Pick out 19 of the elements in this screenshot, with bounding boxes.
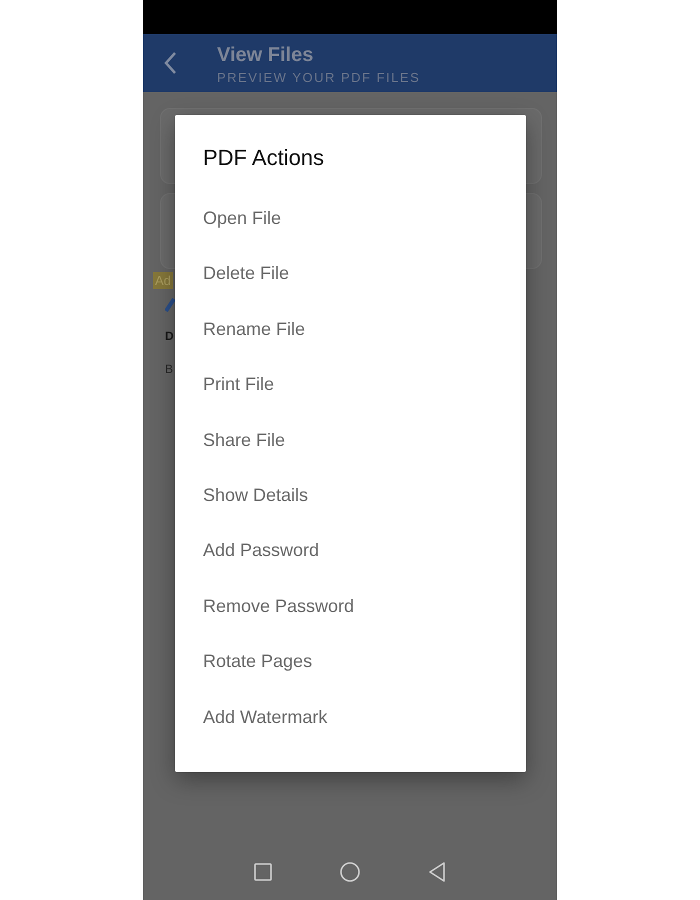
home-icon[interactable] <box>340 862 360 882</box>
ad-title: D <box>165 329 174 343</box>
menu-item[interactable]: Share File <box>203 422 526 478</box>
back-nav-icon[interactable] <box>428 862 446 882</box>
back-icon[interactable] <box>163 51 177 75</box>
recent-apps-icon[interactable] <box>254 863 272 881</box>
ad-logo-icon <box>165 298 175 312</box>
menu-item[interactable]: Open File <box>203 201 526 256</box>
menu-item[interactable]: Show Details <box>203 478 526 534</box>
menu-item[interactable]: Add Password <box>203 533 526 589</box>
screen-title: View Files <box>217 44 314 66</box>
menu-item[interactable]: Print File <box>203 367 526 423</box>
menu-item[interactable]: Delete File <box>203 256 526 312</box>
menu-item[interactable]: Rotate Pages <box>203 644 526 700</box>
screen-subtitle: PREVIEW YOUR PDF FILES <box>217 70 420 84</box>
menu-item[interactable]: Add Watermark <box>203 700 526 755</box>
menu-item[interactable]: Rename File <box>203 312 526 368</box>
dialog-title: PDF Actions <box>203 145 326 171</box>
menu-item[interactable]: Remove Password <box>203 588 526 644</box>
